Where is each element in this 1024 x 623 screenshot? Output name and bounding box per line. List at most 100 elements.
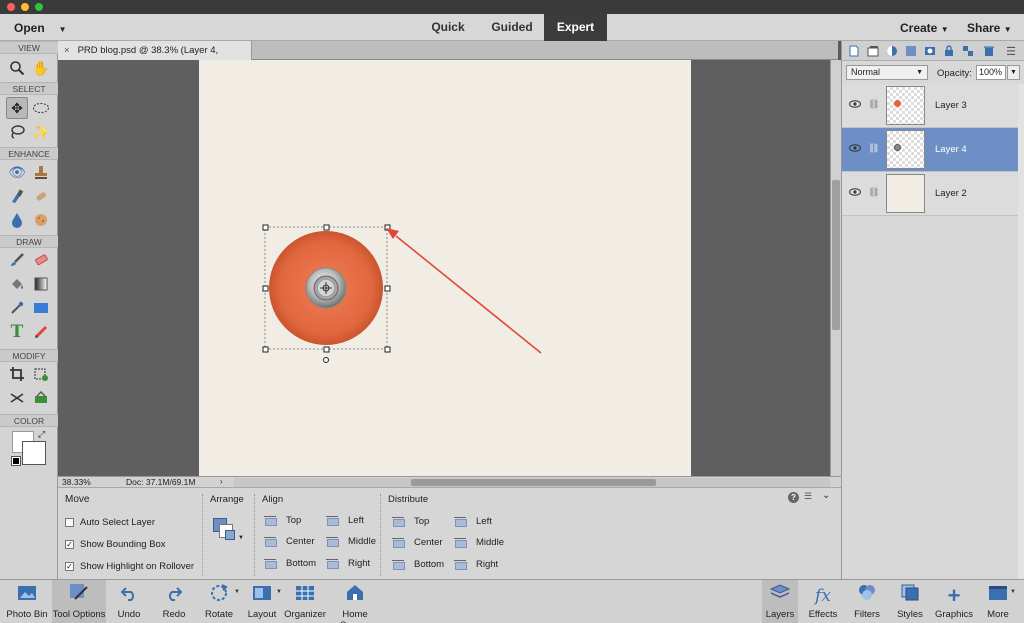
tab-expert[interactable]: Expert (544, 14, 607, 41)
checkbox-box[interactable] (65, 518, 74, 527)
distribute-right-button[interactable]: Right (454, 559, 498, 570)
new-layer-icon[interactable] (847, 44, 861, 58)
rotate-button[interactable]: Rotate ▼ (200, 580, 240, 623)
panel-menu-icon[interactable]: ☰ (804, 491, 812, 502)
photo-bin-button[interactable]: Photo Bin (4, 580, 50, 623)
adjustment-layer-icon[interactable] (885, 44, 899, 58)
new-group-icon[interactable] (866, 44, 880, 58)
shape-tool-icon[interactable] (30, 297, 52, 319)
layer-row-layer-4[interactable]: ⛓ Layer 4 (842, 128, 1018, 172)
hand-tool-icon[interactable]: ✋ (30, 57, 52, 79)
content-aware-move-tool-icon[interactable] (30, 387, 52, 409)
mask-icon[interactable] (923, 44, 937, 58)
graphics-panel-button[interactable]: + Graphics (934, 580, 974, 623)
eyedropper-tool-icon[interactable] (6, 297, 28, 319)
checkbox-box[interactable]: ✓ (65, 562, 74, 571)
align-right-button[interactable]: Right (326, 558, 370, 569)
smudge-tool-icon[interactable] (6, 185, 28, 207)
red-eye-tool-icon[interactable]: 👁 (6, 161, 28, 183)
tool-options-button[interactable]: Tool Options (52, 580, 106, 623)
maximize-window-button[interactable] (35, 3, 43, 11)
redo-button[interactable]: Redo (157, 580, 191, 623)
effects-panel-button[interactable]: fx Effects (806, 580, 840, 623)
scroll-thumb[interactable] (411, 479, 656, 486)
auto-select-layer-checkbox[interactable]: Auto Select Layer (65, 517, 155, 528)
clone-stamp-tool-icon[interactable] (30, 161, 52, 183)
canvas-vertical-scrollbar[interactable] (830, 60, 841, 476)
close-tab-icon[interactable]: × (64, 45, 70, 56)
color-swatches[interactable]: ⤢ (11, 429, 46, 466)
show-highlight-checkbox[interactable]: ✓ Show Highlight on Rollover (65, 561, 194, 572)
canvas-area[interactable] (58, 60, 830, 476)
panel-menu-icon[interactable]: ☰ (1004, 44, 1018, 58)
gradient-tool-icon[interactable] (30, 273, 52, 295)
paint-bucket-tool-icon[interactable] (6, 273, 28, 295)
organizer-button[interactable]: Organizer (284, 580, 326, 623)
status-menu-chevron-icon[interactable]: › (220, 477, 223, 486)
sponge-tool-icon[interactable] (30, 209, 52, 231)
styles-panel-button[interactable]: Styles (893, 580, 927, 623)
align-bottom-button[interactable]: Bottom (264, 558, 316, 569)
open-menu-button[interactable]: Open ▼ (14, 21, 67, 35)
opacity-input[interactable]: 100% (976, 65, 1006, 80)
visibility-eye-icon[interactable] (849, 100, 861, 111)
visibility-eye-icon[interactable] (849, 188, 861, 199)
fill-layer-icon[interactable] (904, 44, 918, 58)
link-icon[interactable]: ⛓ (868, 143, 879, 154)
distribute-middle-button[interactable]: Middle (454, 537, 504, 548)
align-left-button[interactable]: Left (326, 515, 364, 526)
background-color-swatch[interactable] (22, 441, 46, 465)
scroll-thumb[interactable] (832, 180, 840, 330)
crop-tool-icon[interactable] (6, 363, 28, 385)
trash-icon[interactable] (982, 44, 996, 58)
layers-panel-button[interactable]: Layers (762, 580, 798, 623)
layer-row-layer-3[interactable]: ⛓ Layer 3 (842, 84, 1018, 128)
tab-quick[interactable]: Quick (420, 14, 476, 41)
align-top-button[interactable]: Top (264, 515, 301, 526)
straighten-tool-icon[interactable] (6, 387, 28, 409)
undo-button[interactable]: Undo (112, 580, 146, 623)
opacity-dropdown-chevron-icon[interactable]: ▼ (1007, 65, 1020, 80)
zoom-tool-icon[interactable] (6, 57, 28, 79)
marquee-tool-icon[interactable] (30, 97, 52, 119)
layers-scrollbar[interactable] (1018, 84, 1024, 579)
distribute-center-button[interactable]: Center (392, 537, 443, 548)
magic-wand-tool-icon[interactable]: ✨ (30, 121, 52, 143)
home-screen-button[interactable]: Home Screen (326, 580, 384, 623)
recompose-tool-icon[interactable] (30, 363, 52, 385)
help-icon[interactable]: ? (788, 492, 799, 503)
distribute-bottom-button[interactable]: Bottom (392, 559, 444, 570)
show-bounding-box-checkbox[interactable]: ✓ Show Bounding Box (65, 539, 166, 550)
minimize-window-button[interactable] (21, 3, 29, 11)
move-tool-icon[interactable]: ✥ (6, 97, 28, 119)
distribute-top-button[interactable]: Top (392, 516, 429, 527)
lock-transparency-icon[interactable] (961, 44, 975, 58)
link-icon[interactable]: ⛓ (868, 187, 879, 198)
create-menu-button[interactable]: Create ▼ (900, 21, 949, 35)
align-middle-button[interactable]: Middle (326, 536, 376, 547)
visibility-eye-icon[interactable] (849, 144, 861, 155)
arrange-menu-button[interactable]: ▼ (213, 518, 244, 548)
eraser-tool-icon[interactable] (30, 249, 52, 271)
layer-row-layer-2[interactable]: ⛓ Layer 2 (842, 172, 1018, 216)
distribute-left-button[interactable]: Left (454, 516, 492, 527)
lasso-tool-icon[interactable] (6, 121, 28, 143)
checkbox-box[interactable]: ✓ (65, 540, 74, 549)
share-menu-button[interactable]: Share ▼ (967, 21, 1012, 35)
blend-mode-select[interactable]: Normal ▼ (846, 65, 928, 80)
collapse-chevron-icon[interactable]: ⌄ (822, 490, 830, 501)
tab-guided[interactable]: Guided (482, 14, 542, 41)
link-icon[interactable]: ⛓ (868, 99, 879, 110)
close-window-button[interactable] (7, 3, 15, 11)
document-tab[interactable]: ×PRD blog.psd @ 38.3% (Layer 4, RGB/8) * (58, 41, 252, 75)
align-center-button[interactable]: Center (264, 536, 315, 547)
lock-icon[interactable] (942, 44, 956, 58)
pencil-tool-icon[interactable] (30, 321, 52, 343)
orange-button-graphic[interactable] (269, 231, 383, 345)
filters-panel-button[interactable]: Filters (849, 580, 885, 623)
type-tool-icon[interactable]: T (6, 321, 28, 343)
spot-healing-tool-icon[interactable] (30, 185, 52, 207)
more-panel-button[interactable]: More ▼ (982, 580, 1016, 623)
blur-tool-icon[interactable] (6, 209, 28, 231)
default-colors-icon[interactable] (11, 456, 21, 466)
